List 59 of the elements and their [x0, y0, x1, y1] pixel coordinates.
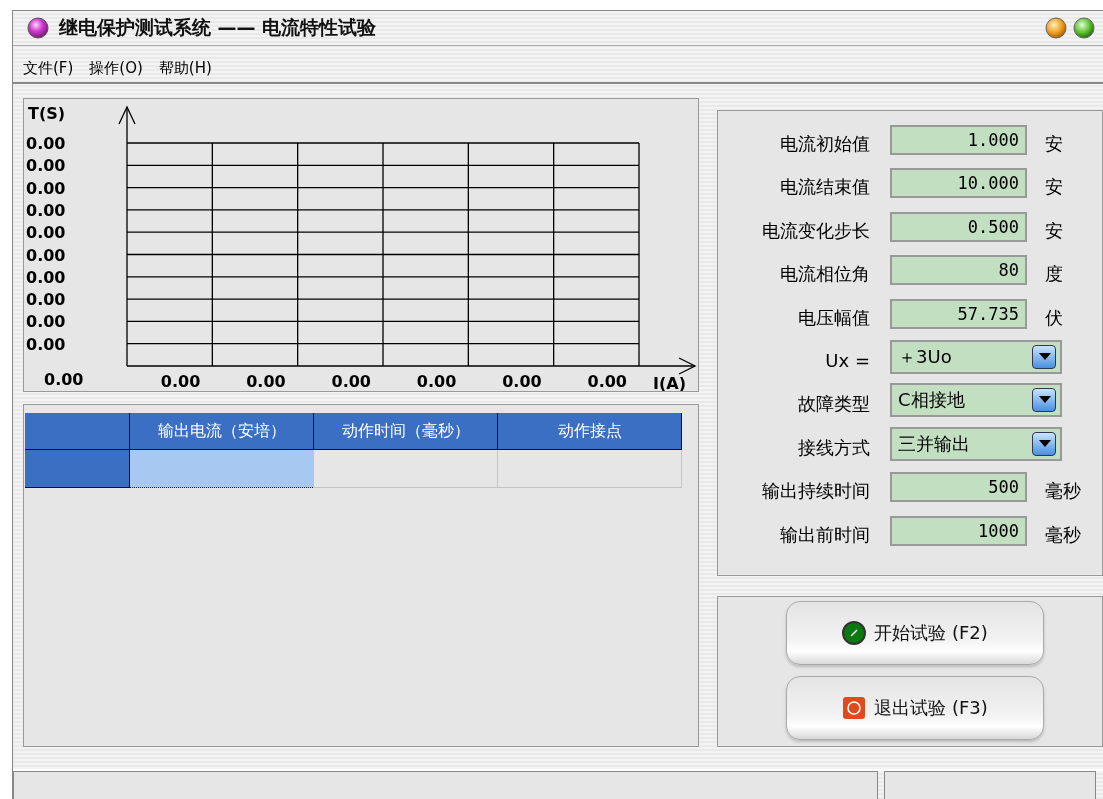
x-tick-label: 0.00: [160, 372, 201, 391]
window-orb-icon: [27, 17, 49, 39]
menu-item[interactable]: 操作(O): [89, 58, 143, 78]
y-tick-label: 0.00: [26, 178, 66, 198]
column-header[interactable]: 动作时间（毫秒）: [313, 413, 498, 450]
unit-label: 安: [1045, 175, 1063, 200]
y-tick-label: 0.00: [26, 267, 66, 287]
row-header[interactable]: [25, 449, 130, 488]
y-tick-label: 0.00: [26, 223, 66, 243]
unit-label: 安: [1045, 132, 1063, 156]
y-tick-label: 0.00: [26, 312, 66, 332]
x-tick-label: 0.00: [416, 372, 457, 391]
input-field[interactable]: 80: [890, 255, 1027, 286]
minimize-button[interactable]: [1045, 17, 1067, 39]
menu-item[interactable]: 帮助(H): [158, 58, 212, 78]
x-tick-label: 0.00: [331, 372, 371, 391]
unit-label: 毫秒: [1045, 522, 1081, 547]
zoom-button[interactable]: [1073, 17, 1095, 39]
input-field[interactable]: 500: [890, 472, 1027, 503]
field-label: Ux =: [824, 350, 870, 372]
field-label: 电流初始值: [779, 132, 870, 156]
field-label: 电流相位角: [779, 262, 870, 287]
y-tick-label: 0.00: [26, 245, 66, 265]
unit-label: 毫秒: [1045, 479, 1081, 504]
field-label: 电压幅值: [797, 305, 870, 330]
origin-label: 0.00: [44, 370, 84, 389]
y-tick-label: 0.00: [26, 134, 66, 153]
column-header[interactable]: 输出电流（安培）: [129, 413, 314, 450]
input-field[interactable]: 1000: [890, 515, 1027, 546]
field-label: 输出持续时间: [761, 479, 870, 504]
x-tick-label: 0.00: [502, 372, 542, 391]
exit-test-button[interactable]: 退出试验 (F3): [786, 676, 1044, 740]
y-tick-label: 0.00: [26, 156, 66, 176]
window-title: 继电保护测试系统 —— 电流特性试验: [59, 15, 377, 40]
field-label: 故障类型: [797, 392, 870, 417]
unit-label: 度: [1045, 262, 1063, 287]
power-icon: [842, 696, 867, 720]
y-tick-label: 0.00: [26, 290, 66, 310]
indicator-light-icon: [842, 621, 867, 645]
start-test-button[interactable]: 开始试验 (F2): [786, 601, 1044, 665]
y-tick-label: 0.00: [26, 334, 66, 354]
input-field[interactable]: 10.000: [890, 168, 1027, 199]
y-tick-label: 0.00: [26, 200, 66, 220]
field-label: 接线方式: [797, 435, 870, 460]
input-field[interactable]: 1.000: [890, 125, 1027, 155]
input-field[interactable]: 57.735: [890, 298, 1027, 329]
x-axis-label: I(A): [653, 374, 686, 391]
table-cell[interactable]: [129, 449, 314, 488]
x-tick-label: 0.00: [587, 372, 627, 391]
field-label: 电流结束值: [779, 175, 870, 200]
y-axis-label: T(S): [28, 104, 66, 123]
input-field[interactable]: 0.500: [890, 211, 1027, 242]
menu-item[interactable]: 文件(F): [23, 58, 74, 78]
field-label: 电流变化步长: [761, 218, 870, 243]
x-tick-label: 0.00: [246, 372, 286, 391]
unit-label: 安: [1045, 218, 1063, 243]
field-label: 输出前时间: [779, 522, 870, 547]
unit-label: 伏: [1045, 305, 1063, 330]
column-header[interactable]: 动作接点: [497, 413, 682, 450]
